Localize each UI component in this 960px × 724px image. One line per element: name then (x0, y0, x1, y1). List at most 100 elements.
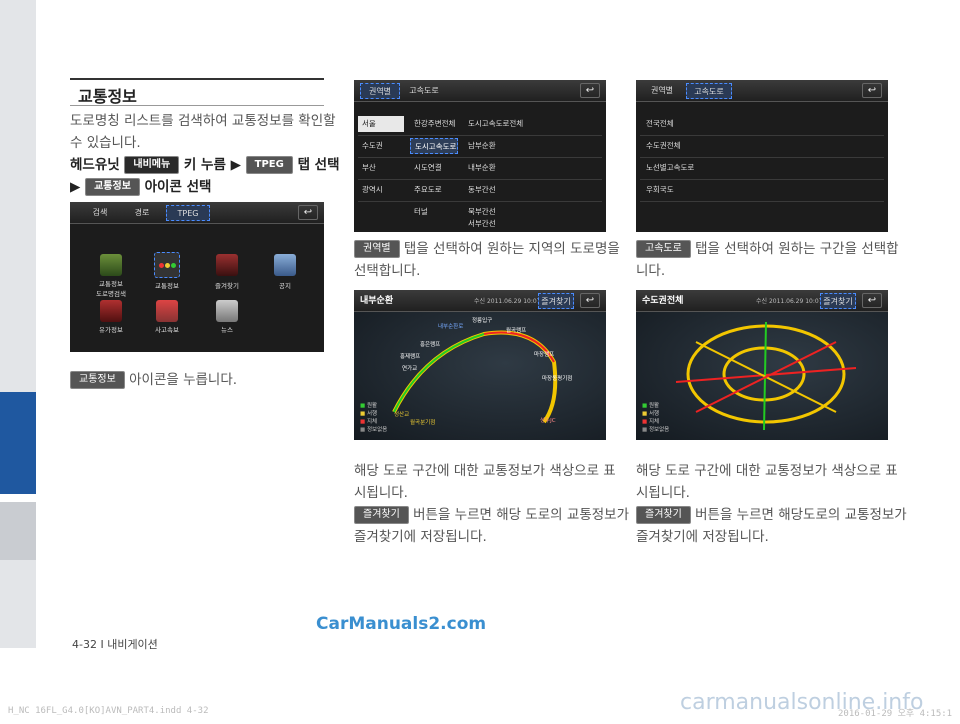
map-label: 연가교 (402, 366, 418, 372)
map-header: 내부순환 수신 2011.06.29 10:07 즐겨찾기 ↩ (354, 290, 606, 312)
instr2-text: 아이콘 선택 (144, 179, 212, 195)
list-item[interactable]: 수도권전체 (642, 138, 882, 154)
list-item[interactable]: 서부간선 (464, 216, 564, 232)
region-list-screen: 권역별 고속도로 ↩ 서울 수도권 부산 광역시 한강주변전체 도시고속도로 시… (354, 80, 606, 232)
region-tab-key: 권역별 (354, 240, 400, 258)
instr1-text-c: 탭 선택 (297, 157, 340, 173)
metro-area-map-screen: 수도권전체 수신 2011.06.29 10:07 즐겨찾기 ↩ ■ 원활 ■ … (636, 290, 888, 440)
caption2-line-1: 탭을 선택하여 원하는 지역의 도로명을 (403, 241, 620, 257)
list-item[interactable]: 시도연결 (410, 160, 458, 176)
instr1-text-a: 헤드유닛 (70, 157, 120, 173)
caption4-line-3: 버튼을 누르면 해당 도로의 교통정보가 (413, 507, 629, 523)
divider (358, 157, 602, 158)
tpeg-menu-screen: 검색 경로 TPEG ↩ 교통정보 도로명검색 교통정보 즐겨찾기 공지 유가정… (70, 202, 324, 352)
map-legend: ■ 원활 ■ 서행 ■ 지체 ■ 정보없음 (642, 403, 670, 433)
tab-highway[interactable]: 고속도로 (686, 83, 732, 99)
list-item[interactable]: 전국전체 (642, 116, 882, 132)
divider (358, 201, 602, 202)
map-title: 수도권전체 (642, 296, 684, 306)
section-title: 교통정보 (78, 87, 137, 106)
favorites-icon[interactable] (216, 254, 238, 276)
list-item[interactable]: 도시고속도로 (410, 138, 458, 154)
back-icon[interactable]: ↩ (862, 83, 882, 98)
map-header: 수도권전체 수신 2011.06.29 10:07 즐겨찾기 ↩ (636, 290, 888, 312)
map-area: ■ 원활 ■ 서행 ■ 지체 ■ 정보없음 (636, 312, 888, 440)
list-item[interactable]: 광역시 (358, 182, 404, 198)
map-time: 수신 2011.06.29 10:07 (474, 298, 541, 305)
region-tab-bar: 권역별 고속도로 ↩ (354, 80, 606, 102)
map-label: 홍은램프 (420, 342, 441, 348)
tab-search[interactable]: 검색 (80, 205, 120, 221)
list-item[interactable]: 한강주변전체 (410, 116, 458, 132)
map-label: 성산교 (394, 412, 410, 418)
legend-no-info: 정보없음 (366, 427, 388, 433)
news-icon[interactable] (216, 300, 238, 322)
back-icon[interactable]: ↩ (298, 205, 318, 220)
favorites-button[interactable]: 즐겨찾기 (820, 293, 856, 309)
navi-menu-key: 내비메뉴 (124, 156, 180, 174)
favorites-key: 즐겨찾기 (354, 506, 409, 524)
back-icon[interactable]: ↩ (580, 83, 600, 98)
page-footer: 4-32 I 내비게이션 (72, 638, 158, 651)
map-time: 수신 2011.06.29 10:07 (756, 298, 823, 305)
fuel-price-icon[interactable] (100, 300, 122, 322)
traffic-light-icon[interactable] (154, 252, 180, 278)
road-search-icon[interactable] (100, 254, 122, 276)
accident-icon[interactable] (156, 300, 178, 322)
notice-icon[interactable] (274, 254, 296, 276)
list-item[interactable]: 동부간선 (464, 182, 564, 198)
map-label: 마장동평기점 (542, 376, 573, 382)
tab-region[interactable]: 권역별 (642, 83, 682, 99)
notice-label: 공지 (279, 282, 291, 290)
divider (358, 179, 602, 180)
map-label: 월곡분기점 (410, 420, 436, 426)
list-item[interactable]: 주요도로 (410, 182, 458, 198)
caption5-line-4: 즐겨찾기에 저장됩니다. (636, 529, 769, 545)
list-item[interactable]: 노선별고속도로 (642, 160, 882, 176)
map-label: 마장램프 (534, 352, 555, 358)
map-label: 정릉입구 (472, 318, 493, 324)
title-rule (70, 78, 324, 80)
caption3-line-1: 탭을 선택하여 원하는 구간을 선택합 (695, 241, 899, 257)
caption1-text: 아이콘을 누릅니다. (129, 372, 238, 388)
legend-congested: 지체 (648, 419, 660, 425)
map-title: 내부순환 (360, 296, 394, 306)
tab-highway[interactable]: 고속도로 (404, 83, 444, 99)
side-tab-active (0, 392, 36, 494)
favorites-label: 즐겨찾기 (215, 282, 239, 290)
road-search-label: 교통정보 도로명검색 (96, 280, 126, 298)
back-icon[interactable]: ↩ (580, 293, 600, 308)
tab-route[interactable]: 경로 (122, 205, 162, 221)
map-label: 내부순환로 (438, 324, 464, 330)
site-watermark: carmanualsonline.info (680, 690, 924, 715)
favorites-key: 즐겨찾기 (636, 506, 691, 524)
highway-tab-key: 고속도로 (636, 240, 691, 258)
list-item[interactable]: 우회국도 (642, 182, 882, 198)
back-icon[interactable]: ↩ (862, 293, 882, 308)
list-item[interactable]: 수도권 (358, 138, 404, 154)
caption4-line-4: 즐겨찾기에 저장됩니다. (354, 529, 487, 545)
news-label: 뉴스 (221, 326, 233, 334)
list-item[interactable]: 도시고속도로전체 (464, 116, 564, 132)
legend-slow: 서행 (366, 411, 378, 417)
tpeg-tab-key: TPEG (245, 156, 293, 174)
instr1-text-b: 키 누름 ▶ (183, 157, 241, 173)
favorites-button[interactable]: 즐겨찾기 (538, 293, 574, 309)
caption-1: 교통정보 아이콘을 누릅니다. (70, 367, 237, 393)
divider (640, 135, 884, 136)
list-item[interactable]: 부산 (358, 160, 404, 176)
divider (640, 179, 884, 180)
tab-tpeg[interactable]: TPEG (166, 205, 210, 221)
list-item[interactable]: 내부순환 (464, 160, 564, 176)
legend-congested: 지체 (366, 419, 378, 425)
side-tab-grey (0, 502, 36, 560)
legend-no-info: 정보없음 (648, 427, 670, 433)
list-item[interactable]: 서울 (358, 116, 404, 132)
tab-region[interactable]: 권역별 (360, 83, 400, 99)
instr2-arrow: ▶ (70, 179, 81, 195)
list-item[interactable]: 터널 (410, 204, 458, 220)
instruction-2: ▶ 교통정보 아이콘 선택 (70, 174, 211, 200)
map-area: ■ 원활 ■ 서행 ■ 지체 ■ 정보없음 정릉입구 내부순환로 월곡램프 홍은… (354, 312, 606, 440)
list-item[interactable]: 남부순환 (464, 138, 564, 154)
title-underline (70, 105, 324, 106)
